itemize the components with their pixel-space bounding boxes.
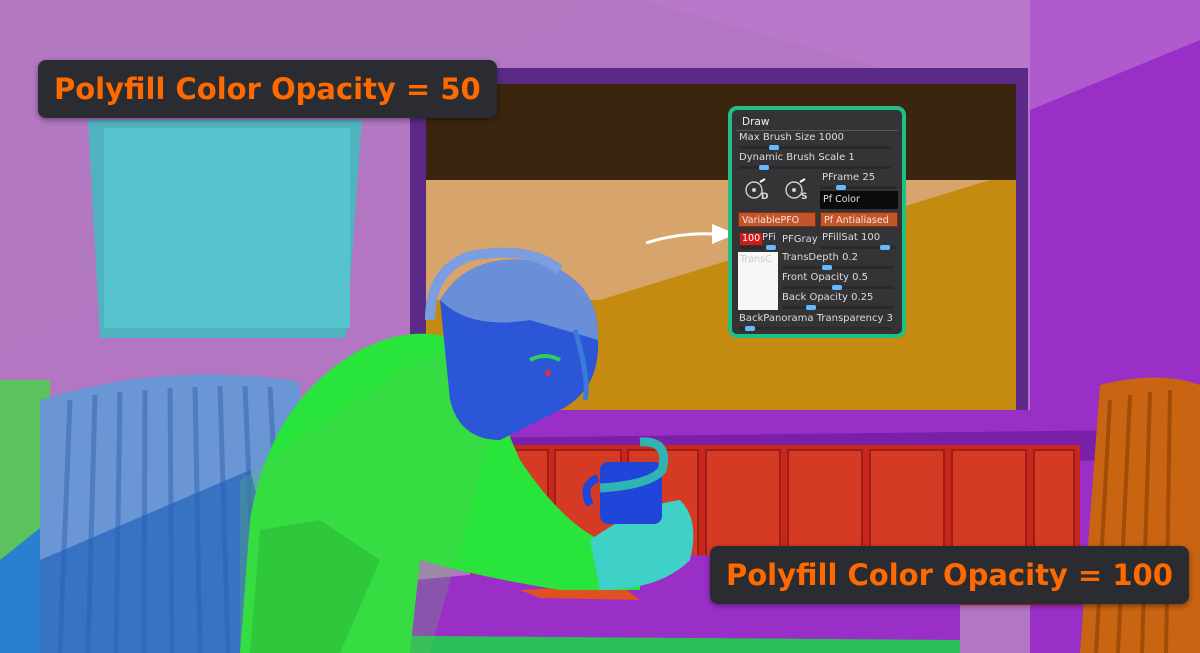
pfi-value[interactable]: 100 bbox=[740, 233, 763, 245]
back-panorama-track[interactable] bbox=[739, 326, 891, 331]
variable-pfo-button[interactable]: VariablePFO bbox=[738, 212, 816, 227]
max-brush-size-slider[interactable]: Max Brush Size 1000 bbox=[739, 132, 844, 143]
pfgray-slider[interactable]: PFGray bbox=[782, 234, 818, 245]
pf-color-swatch[interactable]: Pf Color bbox=[820, 191, 898, 209]
icon-s-label: S bbox=[801, 192, 808, 202]
dynamic-brush-scale-track[interactable] bbox=[739, 165, 891, 170]
pfillsat-slider[interactable]: PFillSat 100 bbox=[822, 232, 880, 243]
pframe-slider[interactable]: PFrame 25 bbox=[822, 172, 875, 183]
opacity-50-label: Polyfill Color Opacity = 50 bbox=[38, 60, 497, 118]
back-opacity-track[interactable] bbox=[782, 305, 894, 310]
back-panorama-transparency-slider[interactable]: BackPanorama Transparency 3 bbox=[739, 313, 893, 324]
pfi-track[interactable] bbox=[740, 245, 778, 250]
pfillsat-track[interactable] bbox=[820, 245, 896, 250]
front-opacity-track[interactable] bbox=[782, 285, 894, 290]
dynamic-brush-scale-slider[interactable]: Dynamic Brush Scale 1 bbox=[739, 152, 855, 163]
trans-depth-track[interactable] bbox=[782, 265, 894, 270]
max-brush-size-track[interactable] bbox=[739, 145, 891, 150]
pf-antialiased-button[interactable]: Pf Antialiased bbox=[820, 212, 898, 227]
draw-panel: Draw Max Brush Size 1000 Dynamic Brush S… bbox=[728, 106, 906, 338]
transc-label: TransC bbox=[740, 254, 772, 265]
opacity-100-label: Polyfill Color Opacity = 100 bbox=[710, 546, 1189, 604]
transc-swatch[interactable]: TransC bbox=[738, 252, 778, 310]
back-opacity-slider[interactable]: Back Opacity 0.25 bbox=[782, 292, 873, 303]
divider bbox=[736, 130, 898, 131]
panel-title: Draw bbox=[742, 116, 770, 128]
pframe-track[interactable] bbox=[820, 185, 896, 190]
trans-depth-slider[interactable]: TransDepth 0.2 bbox=[782, 252, 858, 263]
pfi-label[interactable]: PFi bbox=[762, 232, 776, 243]
front-opacity-slider[interactable]: Front Opacity 0.5 bbox=[782, 272, 868, 283]
icon-d-label: D bbox=[761, 192, 769, 202]
